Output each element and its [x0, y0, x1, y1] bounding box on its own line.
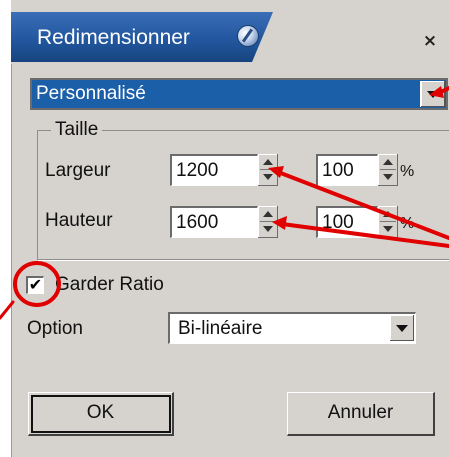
- width-percent-stepper[interactable]: [378, 154, 398, 186]
- stepper-up-icon: [383, 211, 393, 217]
- height-stepper[interactable]: [258, 206, 278, 238]
- width-percent-value: 100: [322, 160, 354, 181]
- ok-button[interactable]: OK: [28, 392, 174, 436]
- height-label: Hauteur: [45, 210, 113, 231]
- preset-value: Personnalisé: [36, 83, 146, 104]
- stepper-divider: [380, 169, 396, 170]
- height-percent-value: 100: [322, 212, 354, 233]
- stepper-up-icon: [263, 211, 273, 217]
- stepper-down-icon: [383, 226, 393, 232]
- stepper-divider: [260, 169, 276, 170]
- stepper-up-icon: [263, 159, 273, 165]
- close-button[interactable]: ×: [421, 32, 439, 50]
- stepper-up-icon: [383, 159, 393, 165]
- size-group-box: [37, 130, 449, 260]
- width-percent-symbol: %: [400, 163, 415, 180]
- height-input[interactable]: 1600: [170, 206, 258, 238]
- stepper-down-icon: [383, 174, 393, 180]
- width-value: 1200: [176, 160, 219, 181]
- height-percent-input[interactable]: 100: [316, 206, 378, 238]
- width-percent-input[interactable]: 100: [316, 154, 378, 186]
- stepper-down-icon: [263, 226, 273, 232]
- size-group-title: Taille: [51, 119, 103, 141]
- preset-dropdown[interactable]: Personnalisé: [30, 78, 448, 110]
- height-percent-symbol: %: [400, 215, 415, 232]
- stepper-divider: [260, 221, 276, 222]
- app-logo-icon: [237, 25, 259, 47]
- cancel-button[interactable]: Annuler: [287, 392, 435, 436]
- stepper-down-icon: [263, 174, 273, 180]
- chevron-down-icon: [427, 91, 439, 98]
- option-label: Option: [27, 318, 83, 339]
- preset-dropdown-button[interactable]: [420, 81, 445, 107]
- dialog-title: Redimensionner: [37, 26, 190, 49]
- width-input[interactable]: 1200: [170, 154, 258, 186]
- screenshot: Redimensionner × Personnalisé Taille Lar…: [0, 0, 449, 457]
- resize-dialog: Redimensionner × Personnalisé Taille Lar…: [9, 0, 449, 457]
- checkmark-icon: ✔: [28, 275, 43, 294]
- height-percent-stepper[interactable]: [378, 206, 398, 238]
- interpolation-dropdown-button[interactable]: [390, 315, 414, 341]
- height-value: 1600: [176, 212, 219, 233]
- title-bar: Redimensionner ×: [11, 0, 449, 64]
- keep-ratio-label: Garder Ratio: [55, 274, 164, 295]
- width-label: Largeur: [45, 160, 111, 181]
- chevron-down-icon: [396, 325, 408, 332]
- interpolation-value: Bi-linéaire: [178, 318, 263, 339]
- width-stepper[interactable]: [258, 154, 278, 186]
- interpolation-select[interactable]: Bi-linéaire: [168, 312, 416, 344]
- keep-ratio-checkbox[interactable]: ✔: [26, 276, 44, 294]
- stepper-divider: [380, 221, 396, 222]
